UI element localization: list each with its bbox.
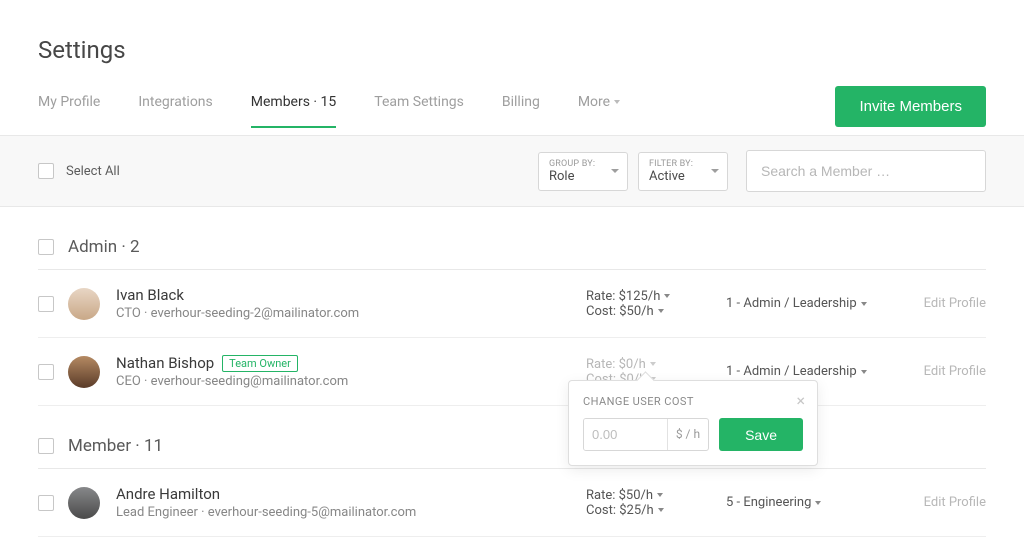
chevron-down-icon (614, 100, 620, 104)
chevron-down-icon (664, 294, 670, 298)
tab-row: My Profile Integrations Members · 15 Team S… (38, 86, 986, 135)
tab-label: Team Settings (374, 94, 464, 110)
chevron-down-icon (861, 302, 867, 306)
cost-unit: $ / h (667, 419, 708, 450)
tab-integrations[interactable]: Integrations (138, 94, 212, 128)
group-by-value: Role (549, 169, 599, 184)
group-header: Member · 11 (38, 406, 986, 469)
chevron-down-icon (650, 362, 656, 366)
cost-value[interactable]: Cost: $25/h (586, 503, 726, 518)
team-value: 1 - Admin / Leadership (726, 296, 857, 311)
member-checkbox[interactable] (38, 495, 54, 511)
tab-team-settings[interactable]: Team Settings (374, 94, 464, 128)
tab-label: My Profile (38, 94, 100, 110)
rate-value[interactable]: Rate: $50/h (586, 488, 726, 503)
group-title: Member · 11 (68, 436, 163, 456)
invite-members-button[interactable]: Invite Members (835, 86, 986, 127)
group-title: Admin · 2 (68, 237, 140, 257)
team-dropdown[interactable]: 5 - Engineering (726, 495, 906, 510)
chevron-down-icon (657, 493, 663, 497)
tab-my-profile[interactable]: My Profile (38, 94, 100, 128)
member-row: Nathan Bishop Team Owner CEO · everhour-se… (38, 338, 986, 406)
member-info: Andre Hamilton Lead Engineer · everhour-s… (116, 485, 586, 520)
member-row: Ivan Black CTO · everhour-seeding-2@maili… (38, 270, 986, 338)
edit-profile-link[interactable]: Edit Profile (906, 495, 986, 510)
cost-input[interactable] (584, 419, 667, 450)
filter-by-value: Active (649, 169, 699, 184)
avatar (68, 288, 100, 320)
tab-label: More (578, 94, 610, 110)
toolbar: Select All GROUP BY: Role FILTER BY: Act… (0, 136, 1024, 207)
popover-title: CHANGE USER COST (583, 395, 803, 408)
chevron-down-icon (658, 309, 664, 313)
group-checkbox[interactable] (38, 438, 54, 454)
rate-cost: Rate: $50/hCost: $25/h (586, 488, 726, 518)
member-name: Nathan Bishop (116, 354, 214, 372)
cost-value[interactable]: Cost: $50/h (586, 304, 726, 319)
change-cost-popover: CHANGE USER COST× $ / h Save (568, 380, 818, 466)
chevron-down-icon (611, 169, 619, 173)
search-input[interactable] (746, 150, 986, 192)
close-icon[interactable]: × (796, 391, 805, 410)
tab-label: Billing (502, 94, 540, 110)
chevron-down-icon (861, 370, 867, 374)
rate-value[interactable]: Rate: $0/h (586, 357, 726, 372)
group-checkbox[interactable] (38, 239, 54, 255)
member-info: Ivan Black CTO · everhour-seeding-2@maili… (116, 286, 586, 321)
rate-value[interactable]: Rate: $125/h (586, 289, 726, 304)
group-by-dropdown[interactable]: GROUP BY: Role (538, 152, 628, 191)
tab-more[interactable]: More (578, 94, 620, 128)
avatar (68, 487, 100, 519)
team-dropdown[interactable]: 1 - Admin / Leadership (726, 364, 906, 379)
member-checkbox[interactable] (38, 296, 54, 312)
page-title: Settings (38, 36, 986, 64)
member-name: Ivan Black (116, 286, 184, 304)
member-name: Andre Hamilton (116, 485, 220, 503)
cost-input-wrap: $ / h (583, 418, 709, 451)
select-all-label: Select All (66, 164, 528, 179)
member-row: Andre Hamilton Lead Engineer · everhour-s… (38, 469, 986, 537)
tab-members-15[interactable]: Members · 15 (251, 94, 337, 128)
chevron-down-icon (658, 508, 664, 512)
group-by-label: GROUP BY: (549, 159, 599, 169)
team-value: 1 - Admin / Leadership (726, 364, 857, 379)
member-subtitle: CEO · everhour-seeding@mailinator.com (116, 374, 586, 389)
member-info: Nathan Bishop Team Owner CEO · everhour-se… (116, 354, 586, 389)
tab-label: Integrations (138, 94, 212, 110)
tab-billing[interactable]: Billing (502, 94, 540, 128)
group-header: Admin · 2 (38, 207, 986, 270)
chevron-down-icon (711, 169, 719, 173)
member-subtitle: CTO · everhour-seeding-2@mailinator.com (116, 306, 586, 321)
team-value: 5 - Engineering (726, 495, 811, 510)
filter-by-dropdown[interactable]: FILTER BY: Active (638, 152, 728, 191)
owner-badge: Team Owner (222, 355, 298, 372)
select-all-checkbox[interactable] (38, 163, 54, 179)
chevron-down-icon (815, 501, 821, 505)
tab-label: Members · 15 (251, 94, 337, 110)
member-subtitle: Lead Engineer · everhour-seeding-5@maili… (116, 505, 586, 520)
edit-profile-link[interactable]: Edit Profile (906, 296, 986, 311)
member-checkbox[interactable] (38, 364, 54, 380)
rate-cost: Rate: $125/hCost: $50/h (586, 289, 726, 319)
filter-by-label: FILTER BY: (649, 159, 699, 169)
edit-profile-link[interactable]: Edit Profile (906, 364, 986, 379)
avatar (68, 356, 100, 388)
team-dropdown[interactable]: 1 - Admin / Leadership (726, 296, 906, 311)
save-button[interactable]: Save (719, 418, 803, 451)
